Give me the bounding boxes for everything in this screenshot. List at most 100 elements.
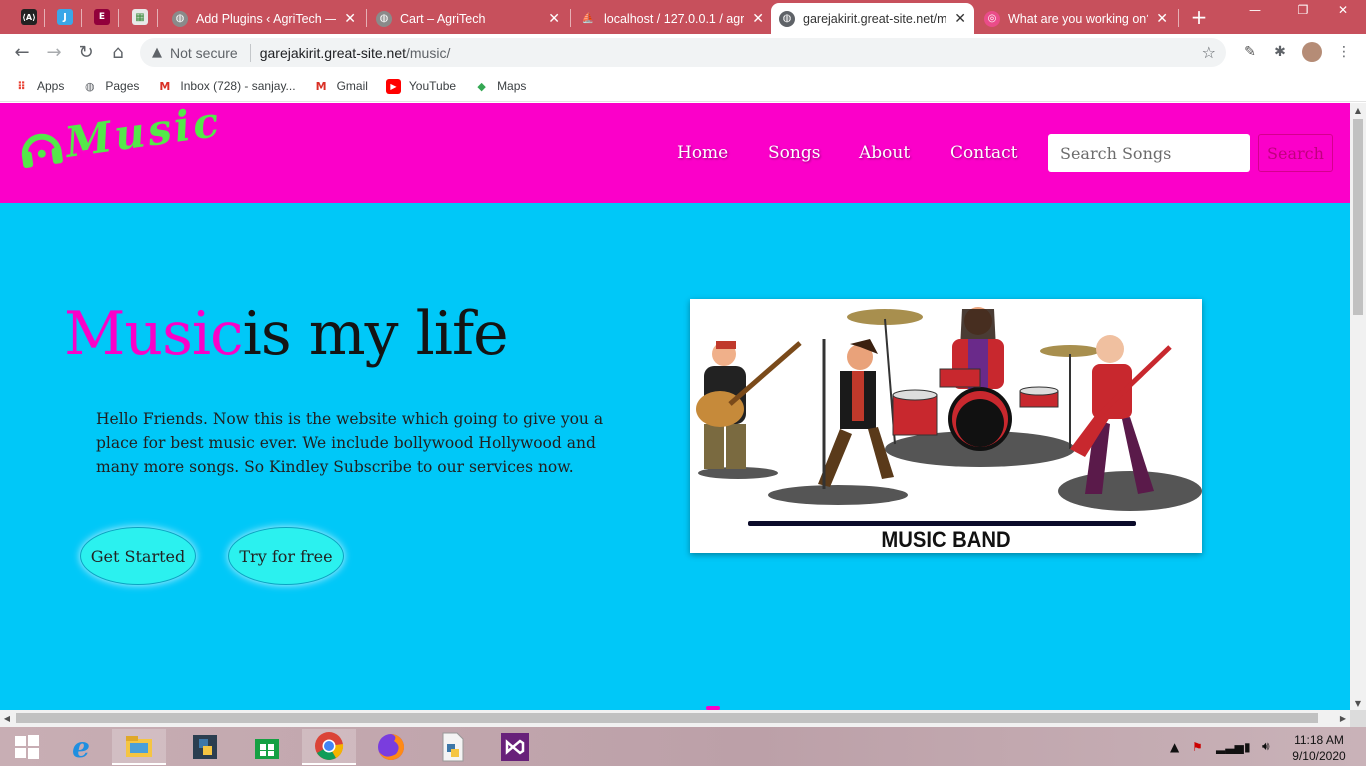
menu-dots-icon[interactable]: ⋮ — [1334, 42, 1354, 62]
internet-explorer-icon[interactable]: e — [54, 729, 108, 765]
extensions-puzzle-icon[interactable]: ✱ — [1270, 42, 1290, 62]
tab-separator — [81, 9, 82, 27]
pinned-tab-4[interactable]: ▦ — [127, 5, 153, 29]
action-center-flag-icon[interactable]: ⚑ — [1192, 727, 1203, 766]
minimize-button[interactable]: — — [1232, 0, 1278, 20]
apps-grid-icon: ⠿ — [17, 79, 26, 93]
nav-home[interactable]: Home — [677, 143, 728, 163]
pinned-tab-3[interactable]: E — [89, 5, 115, 29]
close-window-button[interactable]: ✕ — [1320, 0, 1366, 20]
reload-button[interactable]: ↻ — [74, 40, 98, 64]
nav-contact[interactable]: Contact — [950, 143, 1018, 163]
band-caption: MUSIC BAND — [881, 527, 1011, 552]
band-illustration — [696, 307, 1202, 526]
clock-time: 11:18 AM — [1294, 733, 1344, 747]
volume-icon[interactable]: 🔊︎ — [1262, 727, 1270, 766]
scroll-right-icon[interactable]: ▶ — [1336, 710, 1350, 727]
jira-icon: J — [57, 9, 73, 25]
tab-strip: ⟨A⟩ J E ▦ ◍ Add Plugins ‹ AgriTech — ✕ ◍… — [0, 0, 1366, 34]
tab-add-plugins[interactable]: ◍ Add Plugins ‹ AgriTech — ✕ — [164, 3, 364, 34]
globe-icon: ◍ — [172, 10, 188, 27]
bookmark-inbox[interactable]: M Inbox (728) - sanjay... — [157, 79, 295, 94]
bookmark-gmail[interactable]: M Gmail — [314, 79, 368, 94]
bookmark-youtube[interactable]: ▶ YouTube — [385, 78, 456, 94]
bookmark-apps[interactable]: ⠿ Apps — [14, 79, 64, 94]
get-started-button[interactable]: Get Started — [80, 527, 196, 585]
new-tab-button[interactable]: + — [1188, 5, 1210, 29]
search-input[interactable] — [1048, 134, 1250, 172]
try-for-free-button[interactable]: Try for free — [228, 527, 344, 585]
scroll-down-icon[interactable]: ▼ — [1350, 696, 1366, 710]
logo-text: Music — [62, 103, 225, 168]
python-file-icon[interactable] — [426, 729, 480, 765]
horizontal-scrollbar[interactable]: ◀ ▶ — [0, 710, 1350, 727]
address-bar[interactable]: ▲ Not secure garejakirit.great-site.net/… — [140, 38, 1226, 67]
bookmarks-bar: ⠿ Apps ◍ Pages M Inbox (728) - sanjay... MG… — [0, 71, 1366, 102]
scroll-up-icon[interactable]: ▲ — [1350, 103, 1366, 117]
security-label: Not secure — [170, 44, 238, 61]
visual-studio-icon[interactable] — [488, 729, 542, 765]
bookmark-star-icon[interactable]: ☆ — [1202, 43, 1216, 62]
maps-icon: ◆ — [477, 79, 486, 93]
dribbble-icon: ◎ — [984, 10, 1000, 27]
tab-music-site[interactable]: ◍ garejakirit.great-site.net/m ✕ — [771, 3, 974, 34]
globe-icon: ◍ — [85, 79, 95, 93]
pinned-tab-2[interactable]: J — [52, 5, 78, 29]
system-clock[interactable]: 11:18 AM 9/10/2020 — [1284, 732, 1354, 764]
store-icon[interactable] — [240, 729, 294, 765]
back-button[interactable]: ← — [10, 40, 34, 64]
url-path: /music/ — [406, 44, 451, 61]
tab-separator — [366, 9, 367, 27]
horizontal-scroll-thumb[interactable] — [16, 713, 1318, 723]
bookmark-maps[interactable]: ◆ Maps — [474, 79, 526, 94]
close-icon[interactable]: ✕ — [752, 11, 764, 27]
globe-icon: ◍ — [779, 10, 795, 27]
hero-title-accent: Music — [64, 299, 244, 369]
close-icon[interactable]: ✕ — [344, 11, 356, 27]
forward-button[interactable]: → — [42, 40, 66, 64]
extension-eyedropper-icon[interactable]: ✎ — [1240, 42, 1260, 62]
file-explorer-icon[interactable] — [112, 729, 166, 765]
tab-dribbble[interactable]: ◎ What are you working on? ✕ — [976, 3, 1176, 34]
start-icon[interactable] — [0, 729, 54, 765]
angular-icon: ⟨A⟩ — [21, 9, 37, 25]
close-icon[interactable]: ✕ — [954, 11, 966, 27]
close-icon[interactable]: ✕ — [548, 11, 560, 27]
profile-avatar[interactable] — [1302, 42, 1322, 62]
scrollbar-corner — [1350, 710, 1366, 727]
nav-songs[interactable]: Songs — [768, 143, 820, 163]
youtube-icon: ▶ — [385, 78, 401, 94]
gmail-icon: M — [159, 79, 171, 93]
url-text: garejakirit.great-site.net/music/ — [260, 45, 451, 61]
bookmark-pages[interactable]: ◍ Pages — [82, 79, 139, 94]
page-viewport: Music Home Songs About Contact Search Mu… — [0, 103, 1350, 710]
show-hidden-icons[interactable]: ▲ — [1170, 727, 1179, 766]
warning-icon: ▲ — [152, 45, 162, 60]
tab-separator — [44, 9, 45, 27]
battery-icon[interactable]: ▮ — [1244, 727, 1251, 766]
firefox-icon[interactable] — [364, 729, 418, 765]
scroll-left-icon[interactable]: ◀ — [0, 710, 14, 727]
address-divider — [249, 43, 251, 62]
search-button[interactable]: Search — [1258, 134, 1333, 172]
music-band-image: MUSIC BAND — [690, 299, 1202, 553]
url-host: garejakirit.great-site.net — [259, 44, 406, 61]
headphones-icon — [21, 133, 63, 168]
tab-separator — [157, 9, 158, 27]
pinned-tab-1[interactable]: ⟨A⟩ — [16, 5, 42, 29]
tab-phpmyadmin[interactable]: ⛵ localhost / 127.0.0.1 / agri ✕ — [572, 3, 772, 34]
hero-description: Hello Friends. Now this is the website w… — [96, 410, 604, 476]
chrome-icon[interactable] — [302, 729, 356, 765]
clock-date: 9/10/2020 — [1292, 749, 1346, 763]
tab-separator — [570, 9, 571, 27]
home-button[interactable]: ⌂ — [106, 40, 130, 64]
site-logo[interactable]: Music — [15, 103, 225, 174]
tab-cart[interactable]: ◍ Cart – AgriTech ✕ — [368, 3, 568, 34]
hero-title: Musicis my life — [64, 299, 509, 369]
vertical-scroll-thumb[interactable] — [1353, 119, 1363, 315]
vertical-scrollbar[interactable]: ▲ ▼ — [1350, 103, 1366, 710]
close-icon[interactable]: ✕ — [1156, 11, 1168, 27]
python-idle-icon[interactable] — [178, 729, 232, 765]
nav-about[interactable]: About — [859, 143, 910, 163]
wifi-icon[interactable]: ▂▃▅ — [1216, 727, 1244, 766]
